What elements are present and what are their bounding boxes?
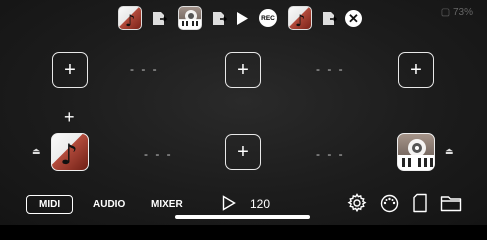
- eject-icon[interactable]: ⏏: [32, 146, 41, 157]
- battery-icon: ▢: [440, 7, 451, 18]
- connector-dashes: - - -: [316, 62, 345, 76]
- eject-icon[interactable]: ⏏: [445, 146, 454, 157]
- tab-mixer[interactable]: MIXER: [151, 199, 183, 210]
- music-app-icon[interactable]: ♪: [118, 6, 142, 30]
- export-icon-2[interactable]: [211, 10, 228, 27]
- home-indicator[interactable]: [175, 215, 310, 219]
- piano-app-instrument[interactable]: [397, 133, 435, 171]
- midi-port-icon[interactable]: [380, 194, 399, 213]
- music-app-icon-2[interactable]: ♪: [288, 6, 312, 30]
- tab-audio[interactable]: AUDIO: [93, 199, 125, 210]
- tab-midi[interactable]: MIDI: [26, 195, 74, 214]
- gear-icon[interactable]: [347, 193, 367, 213]
- battery-level: 73%: [452, 7, 473, 18]
- add-small-button[interactable]: +: [64, 107, 75, 128]
- battery-indicator: ▢ 73%: [441, 7, 473, 18]
- svg-text:♪: ♪: [60, 138, 78, 171]
- add-slot-top-center[interactable]: +: [225, 52, 261, 88]
- piano-app-icon[interactable]: [178, 6, 202, 30]
- export-icon-3[interactable]: [321, 10, 338, 27]
- document-icon[interactable]: [412, 193, 428, 213]
- transport-play-icon[interactable]: [222, 195, 236, 211]
- record-button[interactable]: REC: [259, 9, 277, 27]
- add-slot-top-right[interactable]: +: [398, 52, 434, 88]
- app-screen: ▢ 73% ♪ REC ♪ ✕ + - - - + - - - + + ⏏ ♪ …: [0, 0, 487, 225]
- svg-text:♪: ♪: [125, 11, 135, 30]
- connector-dashes: - - -: [130, 62, 159, 76]
- svg-text:♪: ♪: [295, 11, 305, 30]
- connector-dashes: - - -: [144, 147, 173, 161]
- add-slot-top-left[interactable]: +: [52, 52, 88, 88]
- export-icon[interactable]: [151, 10, 168, 27]
- connector-dashes: - - -: [316, 147, 345, 161]
- folder-icon[interactable]: [440, 194, 462, 212]
- tempo-value[interactable]: 120: [250, 197, 270, 211]
- play-icon[interactable]: [236, 11, 249, 26]
- close-button[interactable]: ✕: [345, 10, 362, 27]
- music-app-instrument[interactable]: ♪: [51, 133, 89, 171]
- add-slot-bottom-center[interactable]: +: [225, 134, 261, 170]
